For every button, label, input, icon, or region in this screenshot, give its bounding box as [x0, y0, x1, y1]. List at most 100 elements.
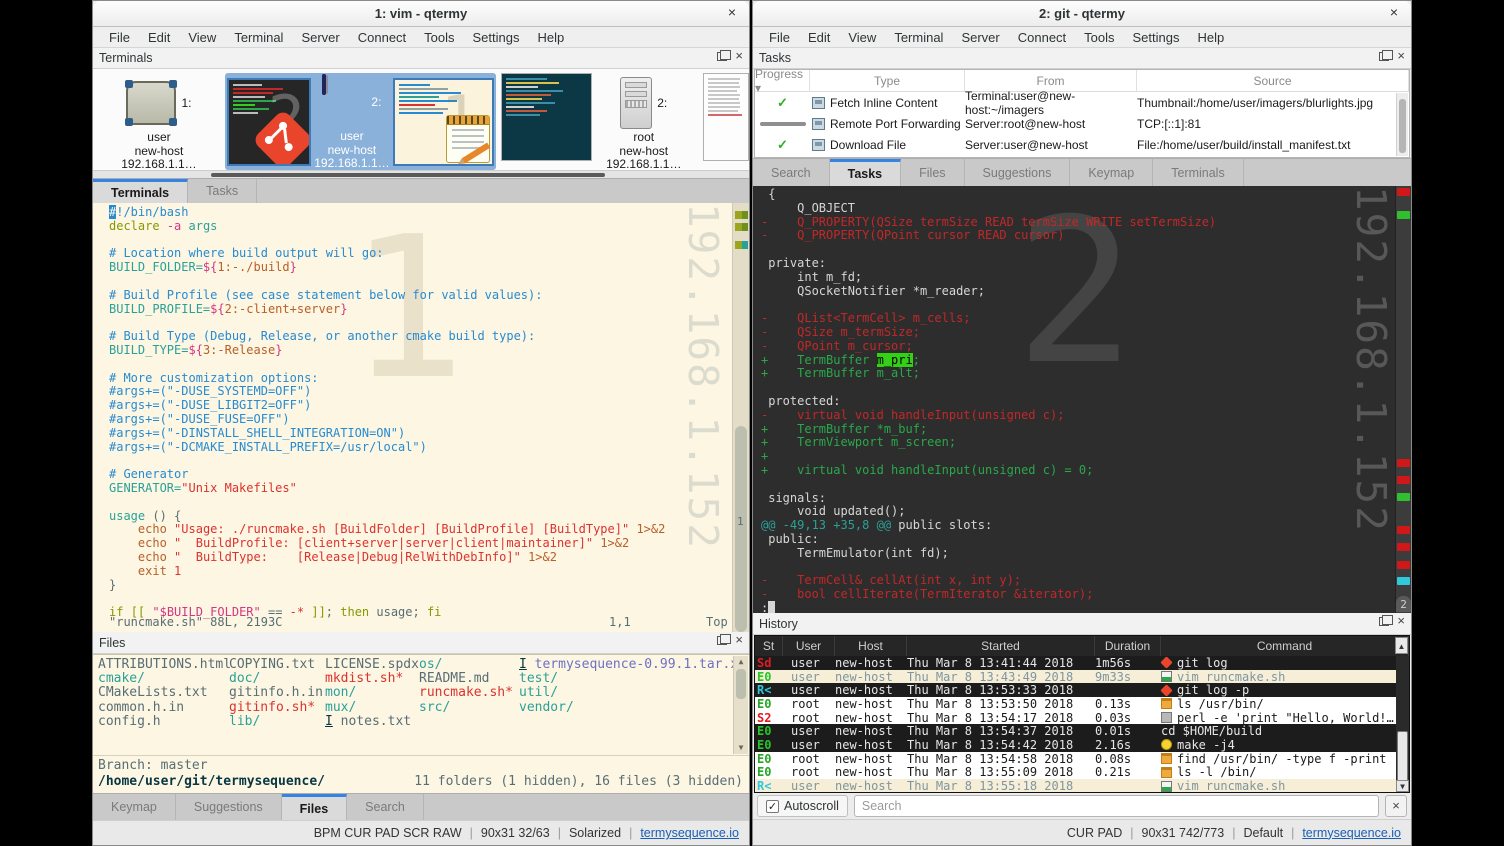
scrollbar-thumb[interactable]	[736, 669, 746, 699]
file-item[interactable]: gitinfo.sh*	[229, 701, 325, 715]
menu-item-help[interactable]: Help	[529, 30, 574, 45]
tasks-header-progress[interactable]: Progress ▾	[755, 70, 810, 91]
vim-terminal[interactable]: 1 192.168.1.152 #!/bin/bashdeclare -a ar…	[93, 203, 749, 632]
history-row[interactable]: Sdusernew-hostThu Mar 8 13:41:44 20181m5…	[755, 656, 1409, 670]
scroll-down-icon[interactable]: ▼	[1396, 780, 1409, 792]
terminal-thumbnail-teal[interactable]	[501, 73, 592, 161]
tab-tasks[interactable]: Tasks	[830, 159, 902, 186]
vim-scrollbar[interactable]: 1	[732, 203, 749, 632]
scrollbar-thumb[interactable]	[735, 426, 747, 632]
tab-keymap[interactable]: Keymap	[93, 794, 176, 820]
history-row[interactable]: E0rootnew-hostThu Mar 8 13:53:50 20180.1…	[755, 697, 1409, 711]
file-item[interactable]: common.h.in	[98, 701, 229, 715]
file-item[interactable]: os/	[419, 658, 519, 672]
menu-item-settings[interactable]: Settings	[1124, 30, 1189, 45]
history-header-duration[interactable]: Duration	[1095, 636, 1161, 656]
task-row[interactable]: ✓Fetch Inline ContentTerminal:user@new-h…	[755, 92, 1409, 113]
checkbox-icon[interactable]: ✓	[766, 800, 779, 813]
scrollbar-thumb[interactable]	[211, 173, 605, 177]
file-item[interactable]: COPYING.txt	[229, 658, 325, 672]
file-item[interactable]: LICENSE.spdx	[325, 658, 419, 672]
menu-item-tools[interactable]: Tools	[1075, 30, 1123, 45]
tab-terminals[interactable]: Terminals	[93, 179, 188, 203]
file-item[interactable]: mon/	[325, 686, 419, 700]
menu-item-tools[interactable]: Tools	[415, 30, 463, 45]
menu-item-terminal[interactable]: Terminal	[225, 30, 292, 45]
titlebar[interactable]: 2: git - qtermy ×	[753, 1, 1411, 27]
file-item[interactable]: README.md	[419, 672, 519, 686]
scrollbar-thumb[interactable]	[1397, 731, 1408, 783]
menu-item-edit[interactable]: Edit	[139, 30, 179, 45]
history-row[interactable]: E0usernew-hostThu Mar 8 13:54:37 20180.0…	[755, 724, 1409, 738]
autoscroll-toggle[interactable]: ✓ Autoscroll	[757, 795, 848, 817]
termysequence-link[interactable]: termysequence.io	[1302, 826, 1401, 840]
history-header-user[interactable]: User	[783, 636, 835, 656]
close-dock-icon[interactable]: ×	[1397, 51, 1405, 61]
history-scrollbar[interactable]: ▼	[1396, 656, 1409, 792]
history-row[interactable]: E0usernew-hostThu Mar 8 13:54:42 20182.1…	[755, 738, 1409, 752]
file-item[interactable]: ATTRIBUTIONS.html	[98, 658, 229, 672]
file-item[interactable]: src/	[419, 701, 519, 715]
close-dock-icon[interactable]: ×	[735, 635, 743, 645]
float-dock-icon[interactable]	[1379, 617, 1389, 626]
terminal-thumbnail-vim[interactable]: 1	[393, 78, 494, 166]
tab-files[interactable]: Files	[282, 794, 348, 820]
scrollbar-thumb[interactable]	[1399, 99, 1406, 153]
tab-keymap[interactable]: Keymap	[1070, 159, 1153, 186]
tab-files[interactable]: Files	[901, 159, 964, 186]
search-input[interactable]	[854, 795, 1379, 817]
history-row[interactable]: R<usernew-hostThu Mar 8 13:53:33 2018git…	[755, 683, 1409, 697]
server-item[interactable]: 2:rootnew-host192.168.1.1…	[592, 73, 695, 170]
git-terminal[interactable]: 2 192.168.1.152 { Q_OBJECT- Q_PROPERTY(Q…	[753, 186, 1411, 613]
file-item[interactable]: util/	[519, 686, 739, 700]
file-item[interactable]: vendor/	[519, 701, 739, 715]
float-dock-icon[interactable]	[717, 636, 727, 645]
close-dock-icon[interactable]: ×	[1397, 616, 1405, 626]
files-scrollbar[interactable]: ▲▼	[733, 656, 748, 754]
history-row[interactable]: R<usernew-hostThu Mar 8 13:55:18 2018vim…	[755, 779, 1409, 793]
menu-item-server[interactable]: Server	[952, 30, 1008, 45]
tab-terminals[interactable]: Terminals	[1153, 159, 1244, 186]
menu-item-connect[interactable]: Connect	[349, 30, 415, 45]
task-row[interactable]: ✓Download FileServer:user@new-hostFile:/…	[755, 134, 1409, 155]
tasks-header-type[interactable]: Type	[810, 70, 965, 91]
scroll-up-icon[interactable]: ▲	[734, 656, 748, 668]
scroll-up-icon[interactable]: ▲	[1395, 637, 1408, 654]
history-header-started[interactable]: Started	[907, 636, 1095, 656]
history-header-host[interactable]: Host	[835, 636, 907, 656]
file-item[interactable]: doc/	[229, 672, 325, 686]
server-item[interactable]: 1:usernew-host192.168.1.1…	[93, 73, 225, 170]
menu-item-settings[interactable]: Settings	[464, 30, 529, 45]
file-item[interactable]: I termysequence-0.99.1.tar.xz	[519, 658, 739, 672]
task-row[interactable]: Remote Port ForwardingServer:root@new-ho…	[755, 113, 1409, 134]
file-item[interactable]: CMakeLists.txt	[98, 686, 229, 700]
menu-item-edit[interactable]: Edit	[799, 30, 839, 45]
history-row[interactable]: E0rootnew-hostThu Mar 8 13:54:58 20180.0…	[755, 752, 1409, 766]
server-item-selected[interactable]: 2:usernew-host192.168.1.1…	[311, 72, 393, 170]
thumbnail-scrollbar[interactable]	[93, 170, 749, 178]
menu-item-server[interactable]: Server	[292, 30, 348, 45]
close-icon[interactable]: ×	[724, 5, 740, 21]
git-scrollbar[interactable]: 2	[1395, 186, 1411, 613]
menu-item-connect[interactable]: Connect	[1009, 30, 1075, 45]
menu-item-help[interactable]: Help	[1189, 30, 1234, 45]
termysequence-link[interactable]: termysequence.io	[640, 826, 739, 840]
history-row[interactable]: S2rootnew-hostThu Mar 8 13:54:17 20180.0…	[755, 711, 1409, 725]
menu-item-file[interactable]: File	[760, 30, 799, 45]
tab-search[interactable]: Search	[753, 159, 830, 186]
tab-tasks[interactable]: Tasks	[188, 179, 257, 203]
terminal-thumbnail-git[interactable]: 2	[227, 78, 311, 166]
float-dock-icon[interactable]	[1379, 52, 1389, 61]
tab-suggestions[interactable]: Suggestions	[176, 794, 282, 820]
tasks-header-source[interactable]: Source	[1137, 70, 1409, 91]
file-item[interactable]: lib/	[229, 715, 325, 729]
file-item[interactable]: mux/	[325, 701, 419, 715]
file-item[interactable]: test/	[519, 672, 739, 686]
file-item[interactable]: config.h	[98, 715, 229, 729]
tab-search[interactable]: Search	[347, 794, 424, 820]
file-item[interactable]: gitinfo.h.in	[229, 686, 325, 700]
scroll-down-icon[interactable]: ▼	[734, 742, 748, 754]
file-item[interactable]: cmake/	[98, 672, 229, 686]
terminal-thumbnail-partial[interactable]	[703, 73, 749, 161]
menu-item-file[interactable]: File	[100, 30, 139, 45]
